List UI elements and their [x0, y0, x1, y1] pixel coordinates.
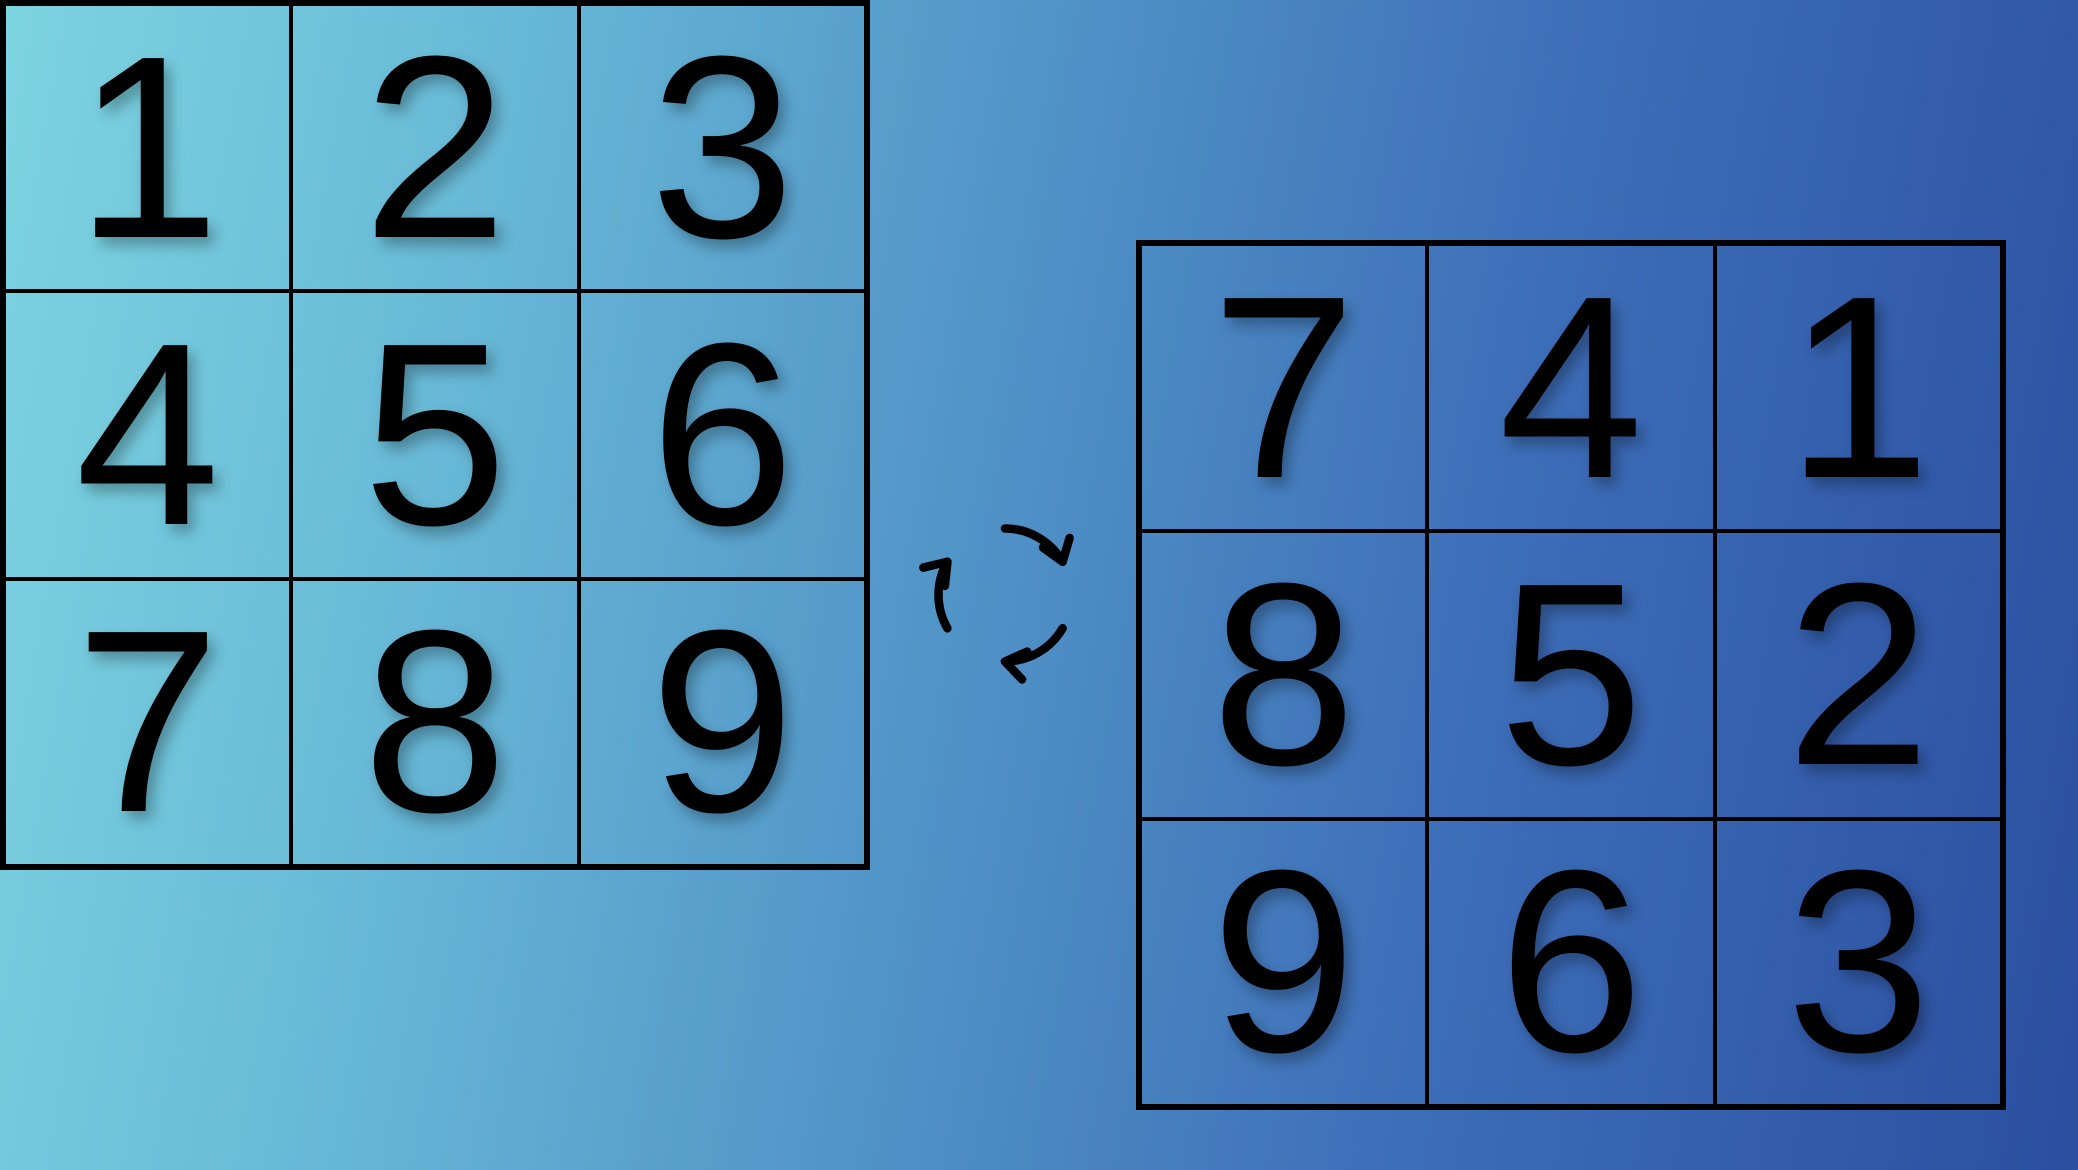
grid-left-cell: 6 [579, 291, 866, 578]
grid-right-cell: 2 [1715, 531, 2002, 818]
grid-left-cell: 2 [291, 4, 578, 291]
grid-right-cell: 4 [1427, 244, 1714, 531]
grid-right-cell: 3 [1715, 819, 2002, 1106]
grid-left: 1 2 3 4 5 6 7 8 9 [0, 0, 870, 870]
grid-left-cell: 7 [4, 579, 291, 866]
grid-right-cell: 5 [1427, 531, 1714, 818]
grid-left-cell: 4 [4, 291, 291, 578]
grid-left-cell: 5 [291, 291, 578, 578]
grid-left-cell: 9 [579, 579, 866, 866]
grid-left-cell: 1 [4, 4, 291, 291]
grid-right-cell: 9 [1140, 819, 1427, 1106]
grid-right-cell: 8 [1140, 531, 1427, 818]
grid-right: 7 4 1 8 5 2 9 6 3 [1136, 240, 2006, 1110]
grid-right-cell: 1 [1715, 244, 2002, 531]
grid-right-cell: 7 [1140, 244, 1427, 531]
grid-right-cell: 6 [1427, 819, 1714, 1106]
grid-left-cell: 3 [579, 4, 866, 291]
grid-left-cell: 8 [291, 579, 578, 866]
rotate-cycle-icon [910, 500, 1100, 690]
